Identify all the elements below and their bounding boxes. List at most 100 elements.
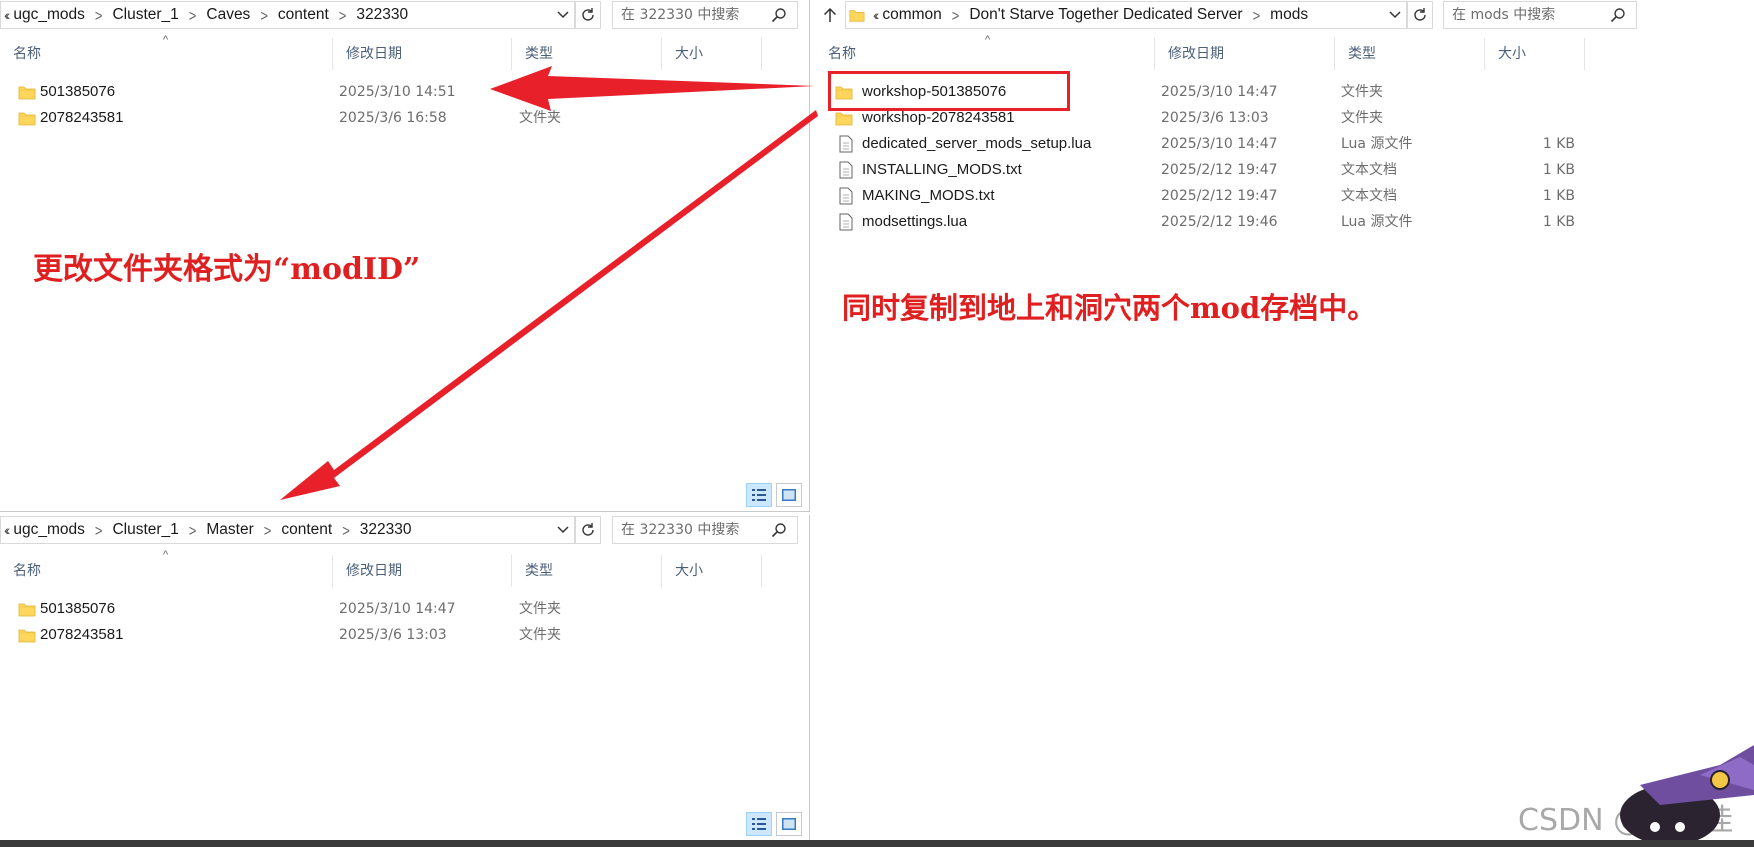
file-name: MAKING_MODS.txt <box>862 187 995 204</box>
file-name: 2078243581 <box>40 109 124 126</box>
search-input[interactable] <box>621 7 771 23</box>
file-row[interactable]: 2078243581 2025/3/6 13:03 文件夹 <box>0 623 800 647</box>
file-icon <box>839 161 853 179</box>
breadcrumb-item[interactable]: Cluster_1 <box>112 6 178 24</box>
file-row[interactable]: 501385076 2025/3/10 14:47 文件夹 <box>0 597 800 621</box>
chevron-right-icon[interactable]: > <box>952 6 960 24</box>
chevron-right-icon[interactable]: > <box>1253 6 1261 24</box>
breadcrumb-item[interactable]: ugc_mods <box>13 6 85 24</box>
refresh-button[interactable] <box>575 1 601 29</box>
breadcrumb-item[interactable]: Caves <box>206 6 250 24</box>
search-box[interactable] <box>612 1 798 29</box>
breadcrumb-item[interactable]: Cluster_1 <box>112 521 178 539</box>
chevron-right-icon[interactable]: > <box>342 521 350 539</box>
thumbnail-view-button[interactable] <box>776 812 802 836</box>
chevron-right-icon[interactable]: > <box>95 6 103 24</box>
thumbnail-view-icon <box>782 489 796 501</box>
breadcrumb-item[interactable]: ugc_mods <box>13 521 85 539</box>
search-box[interactable] <box>1443 1 1637 29</box>
breadcrumb-item[interactable]: content <box>278 6 329 24</box>
breadcrumb-overflow-icon[interactable]: ‹‹ <box>4 7 11 23</box>
column-header-type[interactable]: 类型 <box>1335 38 1485 70</box>
breadcrumb-item[interactable]: mods <box>1270 6 1308 24</box>
breadcrumb-item[interactable]: Don't Starve Together Dedicated Server <box>969 6 1242 24</box>
search-box[interactable] <box>612 516 798 544</box>
file-type: 文本文档 <box>1341 188 1397 204</box>
file-row[interactable]: INSTALLING_MODS.txt 2025/2/12 19:47 文本文档… <box>815 158 1745 182</box>
column-header-name[interactable]: 名称 <box>0 555 333 587</box>
breadcrumb-item[interactable]: Master <box>206 521 253 539</box>
column-header-type[interactable]: 类型 <box>512 555 662 587</box>
breadcrumb-item[interactable]: 322330 <box>360 521 412 539</box>
details-view-button[interactable] <box>746 812 772 836</box>
column-header-name[interactable]: 名称 <box>0 38 333 70</box>
file-name: 501385076 <box>40 83 116 100</box>
file-row[interactable]: dedicated_server_mods_setup.lua 2025/3/1… <box>815 132 1745 156</box>
file-type: Lua 源文件 <box>1341 136 1413 152</box>
address-bar[interactable]: ‹‹ ugc_mods > Cluster_1 > Master > content >… <box>0 516 575 544</box>
address-history-dropdown[interactable] <box>1384 1 1406 29</box>
breadcrumb-item[interactable]: content <box>281 521 332 539</box>
file-size: 1 KB <box>1542 188 1575 204</box>
column-header-name[interactable]: 名称 <box>815 38 1155 70</box>
file-size: 1 KB <box>1542 162 1575 178</box>
address-bar-row: ‹‹ common > Don't Starve Together Dedicat… <box>815 0 1754 30</box>
column-header-row: ^ 名称 修改日期 类型 大小 <box>0 34 809 70</box>
chevron-right-icon[interactable]: > <box>189 6 197 24</box>
thumbnail-view-button[interactable] <box>776 483 802 507</box>
file-row[interactable]: MAKING_MODS.txt 2025/2/12 19:47 文本文档 1 K… <box>815 184 1745 208</box>
chevron-right-icon[interactable]: > <box>339 6 347 24</box>
file-size <box>1495 106 1575 130</box>
breadcrumb-overflow-icon[interactable]: ‹‹ <box>4 522 11 538</box>
file-row[interactable]: 2078243581 2025/3/6 16:58 文件夹 <box>0 106 800 130</box>
column-header-row: ^ 名称 修改日期 类型 大小 <box>0 549 809 587</box>
chevron-right-icon[interactable]: > <box>264 521 272 539</box>
column-header-size[interactable]: 大小 <box>662 38 762 70</box>
view-toggle <box>746 812 802 836</box>
file-name: INSTALLING_MODS.txt <box>862 161 1022 178</box>
details-view-button[interactable] <box>746 483 772 507</box>
chevron-right-icon[interactable]: > <box>189 521 197 539</box>
breadcrumb-item[interactable]: 322330 <box>356 6 408 24</box>
column-header-date[interactable]: 修改日期 <box>1155 38 1335 70</box>
file-row[interactable]: modsettings.lua 2025/2/12 19:46 Lua 源文件 … <box>815 210 1745 234</box>
file-type: 文本文档 <box>1341 162 1397 178</box>
annotation-rename-instruction: 更改文件夹格式为“modID” <box>33 252 421 287</box>
taskbar-edge <box>0 840 1754 847</box>
file-icon <box>839 135 853 153</box>
chevron-right-icon[interactable]: > <box>260 6 268 24</box>
address-bar[interactable]: ‹‹ common > Don't Starve Together Dedicat… <box>845 1 1407 29</box>
arrow-up-icon[interactable] <box>823 7 837 23</box>
thumbnail-view-icon <box>782 818 796 830</box>
search-icon <box>1610 8 1625 23</box>
file-date: 2025/3/10 14:47 <box>339 601 456 617</box>
breadcrumb-item[interactable]: common <box>882 6 941 24</box>
master-explorer-window: ‹‹ ugc_mods > Cluster_1 > Master > content >… <box>0 515 810 847</box>
chevron-down-icon <box>557 11 569 19</box>
address-bar-row: ‹‹ ugc_mods > Cluster_1 > Caves > content > … <box>0 0 809 30</box>
file-date: 2025/2/12 19:47 <box>1161 162 1278 178</box>
search-input[interactable] <box>1452 7 1602 23</box>
file-type: 文件夹 <box>519 627 561 643</box>
address-history-dropdown[interactable] <box>552 1 574 29</box>
column-header-type[interactable]: 类型 <box>512 38 662 70</box>
mascot-icon <box>1620 745 1754 845</box>
address-history-dropdown[interactable] <box>552 516 574 544</box>
column-header-size[interactable]: 大小 <box>1485 38 1585 70</box>
file-type: 文件夹 <box>1341 84 1383 100</box>
column-header-date[interactable]: 修改日期 <box>333 555 512 587</box>
file-date: 2025/3/6 16:58 <box>339 110 447 126</box>
breadcrumb-overflow-icon[interactable]: ‹‹ <box>873 7 880 23</box>
folder-icon <box>18 629 36 643</box>
details-view-icon <box>752 818 766 830</box>
search-input[interactable] <box>621 522 771 538</box>
column-header-size[interactable]: 大小 <box>662 555 762 587</box>
file-size <box>1495 80 1575 104</box>
address-bar[interactable]: ‹‹ ugc_mods > Cluster_1 > Caves > content > … <box>0 1 575 29</box>
refresh-button[interactable] <box>1407 1 1433 29</box>
file-size: 1 KB <box>1542 214 1575 230</box>
column-header-date[interactable]: 修改日期 <box>333 38 512 70</box>
file-row[interactable]: 501385076 2025/3/10 14:51 文件夹 <box>0 80 800 104</box>
refresh-button[interactable] <box>575 516 601 544</box>
chevron-right-icon[interactable]: > <box>95 521 103 539</box>
